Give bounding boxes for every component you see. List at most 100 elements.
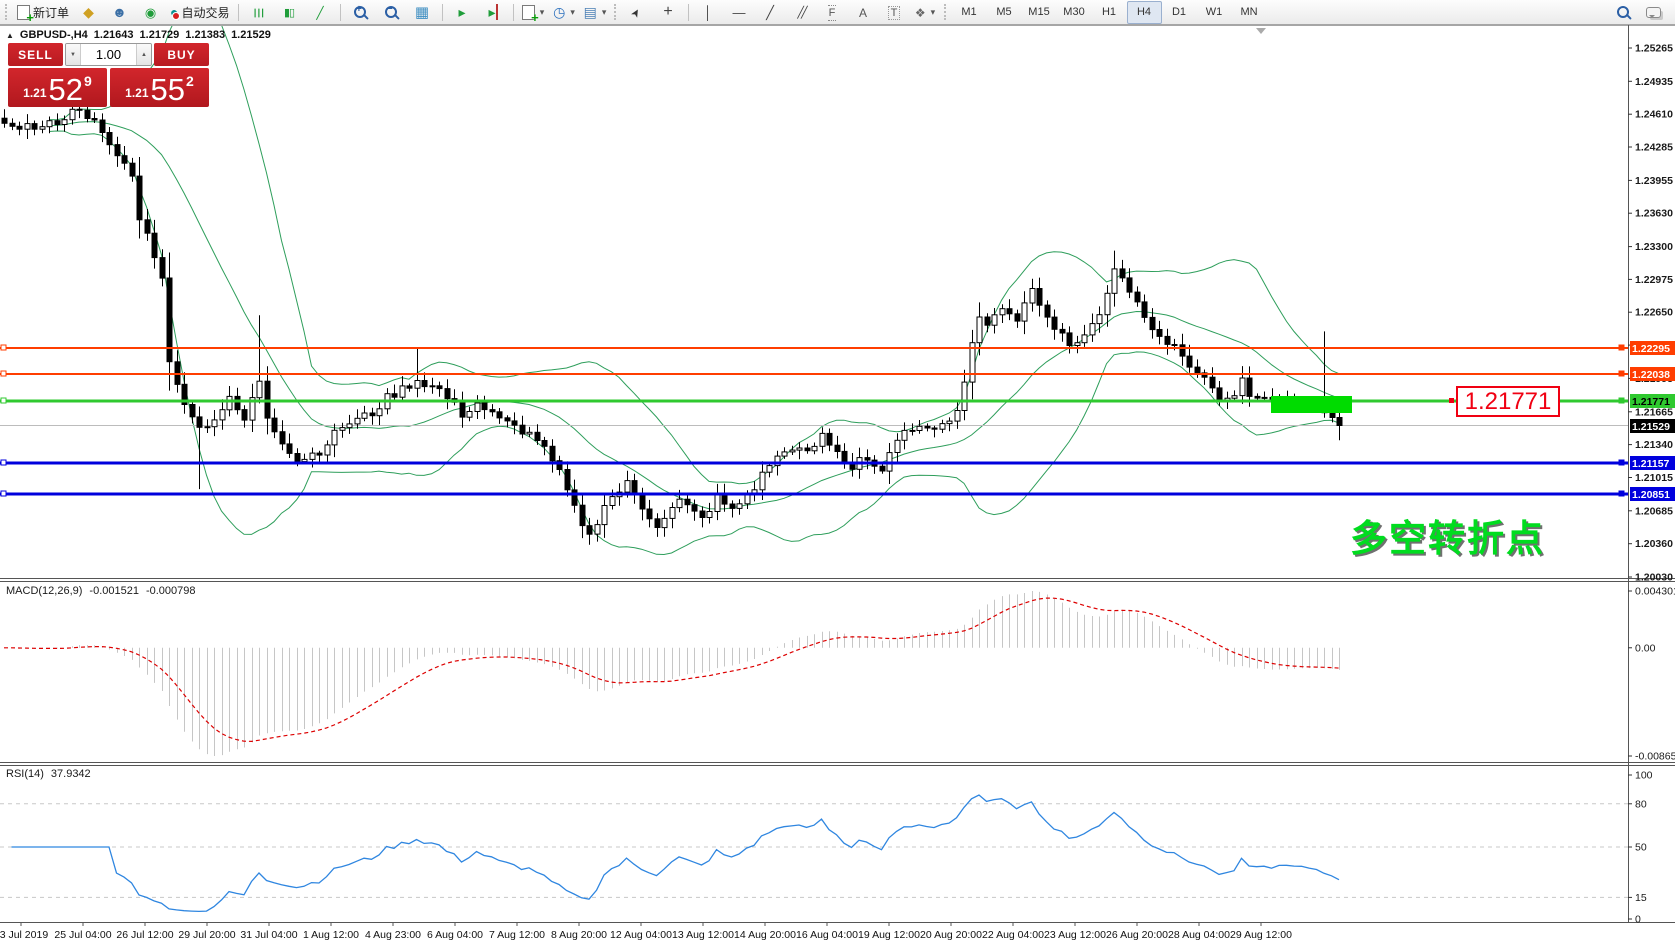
svg-text:1.22295: 1.22295 (1632, 343, 1670, 355)
hline-anchor[interactable] (1, 398, 6, 403)
hline-anchor[interactable] (1, 345, 6, 350)
svg-text:1.21529: 1.21529 (1632, 421, 1670, 433)
ohlc-high: 1.21729 (140, 29, 180, 41)
one-click-trade-panel: SELL 1.00 BUY 1.21 52 9 1.21 55 2 (8, 43, 209, 107)
template-icon (584, 5, 597, 19)
volume-increase-button[interactable] (136, 44, 151, 65)
chart-shift-button[interactable] (478, 1, 509, 24)
svg-text:20 Aug 20:00: 20 Aug 20:00 (920, 929, 982, 941)
periods-button[interactable] (549, 1, 580, 24)
buy-price-display[interactable]: 1.21 55 2 (110, 68, 209, 107)
timeframe-m1[interactable]: M1 (952, 1, 987, 24)
collapse-triangle-icon[interactable] (6, 29, 14, 41)
new-chart-button[interactable] (518, 1, 549, 24)
templates-button[interactable] (580, 1, 611, 24)
channel-icon (797, 5, 804, 19)
hline-anchor[interactable] (1619, 460, 1624, 465)
timeframe-w1[interactable]: W1 (1197, 1, 1232, 24)
svg-text:0: 0 (1635, 914, 1641, 926)
toolbar-grip (614, 4, 619, 20)
candle-chart-button[interactable] (274, 1, 305, 24)
text-label-icon (888, 5, 901, 19)
timeframe-m15[interactable]: M15 (1022, 1, 1057, 24)
macd-value-main: -0.001521 (89, 585, 139, 597)
zoom-in-button[interactable] (345, 1, 376, 24)
cursor-button[interactable] (622, 1, 653, 24)
svg-text:1.21340: 1.21340 (1635, 439, 1673, 451)
crosshair-button[interactable] (653, 1, 684, 24)
auto-scroll-button[interactable] (447, 1, 478, 24)
horizontal-line-button[interactable] (724, 1, 755, 24)
timeframe-mn[interactable]: MN (1232, 1, 1267, 24)
price-callout-box[interactable]: 1.21771 (1456, 386, 1560, 417)
new-order-button[interactable]: 新订单 (13, 1, 73, 24)
svg-text:19 Aug 12:00: 19 Aug 12:00 (858, 929, 920, 941)
cursor-icon (632, 5, 641, 19)
hline-anchor[interactable] (1619, 398, 1624, 403)
svg-text:1.20030: 1.20030 (1635, 572, 1673, 584)
chart-canvas[interactable]: 1.252651.249351.246101.242851.239551.236… (0, 0, 1675, 948)
autotrade-button[interactable]: 自动交易 (166, 1, 233, 24)
hline-anchor[interactable] (1, 371, 6, 376)
volume-input[interactable]: 1.00 (81, 44, 136, 65)
signal-icon (145, 6, 156, 19)
chart-profile-button[interactable] (73, 1, 104, 24)
market-watch-button[interactable] (104, 1, 135, 24)
svg-text:8 Aug 20:00: 8 Aug 20:00 (551, 929, 607, 941)
candle-chart-icon (284, 5, 294, 19)
new-order-icon (17, 5, 30, 20)
chat-icon (1646, 7, 1661, 18)
trendline-button[interactable] (755, 1, 786, 24)
rsi-value: 37.9342 (51, 768, 91, 780)
sell-button[interactable]: SELL (8, 43, 63, 66)
svg-text:1.21665: 1.21665 (1635, 406, 1673, 418)
hline-anchor[interactable] (1, 491, 6, 496)
buy-price-sup: 2 (186, 73, 194, 89)
fibonacci-button[interactable] (817, 1, 848, 24)
svg-text:29 Aug 12:00: 29 Aug 12:00 (1230, 929, 1292, 941)
sell-price-display[interactable]: 1.21 52 9 (8, 68, 107, 107)
separator (238, 4, 239, 21)
svg-text:26 Aug 20:00: 26 Aug 20:00 (1106, 929, 1168, 941)
buy-button[interactable]: BUY (154, 43, 209, 66)
search-button[interactable] (1607, 1, 1638, 24)
buy-price-big: 55 (151, 77, 185, 103)
timeframe-h1[interactable]: H1 (1092, 1, 1127, 24)
tile-windows-button[interactable] (407, 1, 438, 24)
svg-text:100: 100 (1635, 770, 1653, 782)
hline-anchor[interactable] (1619, 371, 1624, 376)
svg-text:15: 15 (1635, 892, 1647, 904)
chart-shift-icon (488, 5, 497, 19)
timeframe-m30[interactable]: M30 (1057, 1, 1092, 24)
hline-anchor[interactable] (1619, 491, 1624, 496)
shapes-button[interactable] (910, 1, 941, 24)
vertical-line-button[interactable] (693, 1, 724, 24)
toolbar: 新订单 自动交易 M1M5M15M30H1H4D1W1MN (0, 0, 1675, 25)
timeframe-m5[interactable]: M5 (987, 1, 1022, 24)
svg-text:1.20685: 1.20685 (1635, 505, 1673, 517)
turning-point-annotation[interactable]: 多空转折点 (1350, 508, 1545, 562)
line-chart-button[interactable] (305, 1, 336, 24)
chat-button[interactable] (1638, 1, 1669, 24)
bar-chart-button[interactable] (243, 1, 274, 24)
timeframe-h4[interactable]: H4 (1127, 1, 1162, 24)
svg-text:12 Aug 04:00: 12 Aug 04:00 (610, 929, 672, 941)
hline-anchor[interactable] (1, 460, 6, 465)
text-button[interactable] (848, 1, 879, 24)
timeframe-d1[interactable]: D1 (1162, 1, 1197, 24)
text-label-button[interactable] (879, 1, 910, 24)
symbol-info-line: GBPUSD-,H4 1.21643 1.21729 1.21383 1.215… (6, 29, 271, 41)
hline-anchor[interactable] (1619, 345, 1624, 350)
data-window-button[interactable] (135, 1, 166, 24)
svg-text:1.24610: 1.24610 (1635, 109, 1673, 121)
ohlc-open: 1.21643 (94, 29, 134, 41)
svg-text:1.22975: 1.22975 (1635, 274, 1673, 286)
svg-text:14 Aug 20:00: 14 Aug 20:00 (734, 929, 796, 941)
highlight-rectangle[interactable] (1271, 396, 1352, 413)
volume-decrease-button[interactable] (66, 44, 81, 65)
svg-text:1.21771: 1.21771 (1632, 396, 1670, 408)
macd-value-signal: -0.000798 (146, 585, 196, 597)
svg-text:50: 50 (1635, 842, 1647, 854)
zoom-out-button[interactable] (376, 1, 407, 24)
channel-button[interactable] (786, 1, 817, 24)
